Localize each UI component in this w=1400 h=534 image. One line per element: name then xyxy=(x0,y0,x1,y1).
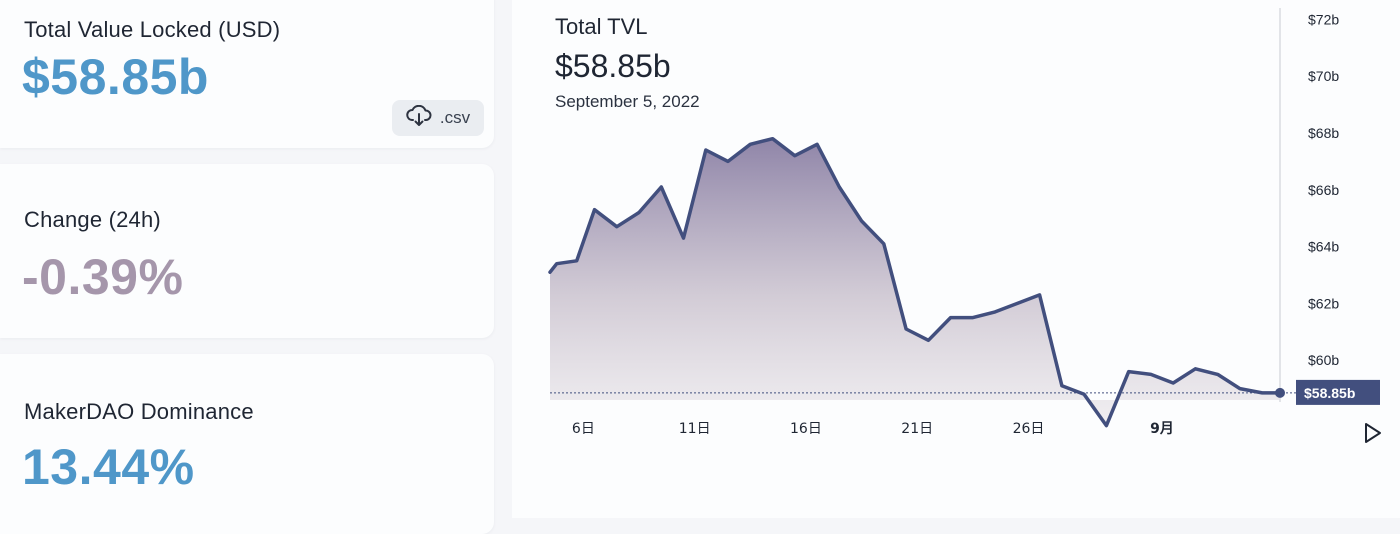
play-button[interactable] xyxy=(1360,420,1386,446)
data-point xyxy=(1193,367,1197,371)
data-point xyxy=(1038,293,1042,297)
data-point xyxy=(1104,424,1108,428)
data-point xyxy=(860,219,864,223)
data-point xyxy=(555,262,559,266)
data-point xyxy=(726,159,730,163)
data-point xyxy=(575,259,579,263)
y-tick-label: $64b xyxy=(1308,239,1339,255)
data-point xyxy=(1171,381,1175,385)
data-point xyxy=(593,208,597,212)
y-tick-label: $68b xyxy=(1308,125,1339,141)
data-point xyxy=(971,316,975,320)
x-tick-label: 9月 xyxy=(1150,421,1174,437)
current-point-marker[interactable] xyxy=(1275,387,1285,398)
current-value-tag-label: $58.85b xyxy=(1304,385,1355,401)
data-point xyxy=(926,338,930,342)
tvl-area-chart[interactable]: $60b $62b $64b $66b $68b $70b $72b 6日 11日 16日 21日… xyxy=(0,0,1400,518)
data-point xyxy=(837,185,841,189)
data-point xyxy=(882,242,886,246)
data-point xyxy=(748,142,752,146)
data-point xyxy=(771,137,775,141)
data-point xyxy=(793,154,797,158)
data-point xyxy=(1216,372,1220,376)
y-tick-label: $72b xyxy=(1308,11,1339,27)
data-point xyxy=(1127,370,1131,374)
data-point xyxy=(615,225,619,229)
y-tick-label: $66b xyxy=(1308,182,1339,198)
data-point xyxy=(993,310,997,314)
data-point xyxy=(1238,387,1242,391)
x-tick-label: 6日 xyxy=(572,421,595,437)
data-point xyxy=(815,142,819,146)
y-tick-label: $62b xyxy=(1308,295,1339,311)
data-point xyxy=(659,185,663,189)
data-point xyxy=(1260,391,1264,395)
x-tick-label: 21日 xyxy=(901,421,933,437)
data-point xyxy=(904,327,908,331)
data-point xyxy=(1149,372,1153,376)
x-tick-label: 26日 xyxy=(1013,421,1045,437)
current-value-tag: $58.85b xyxy=(1296,379,1380,405)
data-point xyxy=(1015,301,1019,305)
data-point xyxy=(1060,384,1064,388)
data-point xyxy=(637,211,641,215)
y-tick-label: $60b xyxy=(1308,352,1339,368)
data-point xyxy=(704,148,708,152)
play-icon xyxy=(1365,423,1381,443)
data-point xyxy=(548,270,552,274)
data-point xyxy=(949,316,953,320)
data-point xyxy=(682,236,686,240)
x-tick-label: 11日 xyxy=(679,421,711,437)
data-point xyxy=(1082,392,1086,396)
x-tick-label: 16日 xyxy=(790,421,822,437)
y-tick-label: $70b xyxy=(1308,68,1339,84)
